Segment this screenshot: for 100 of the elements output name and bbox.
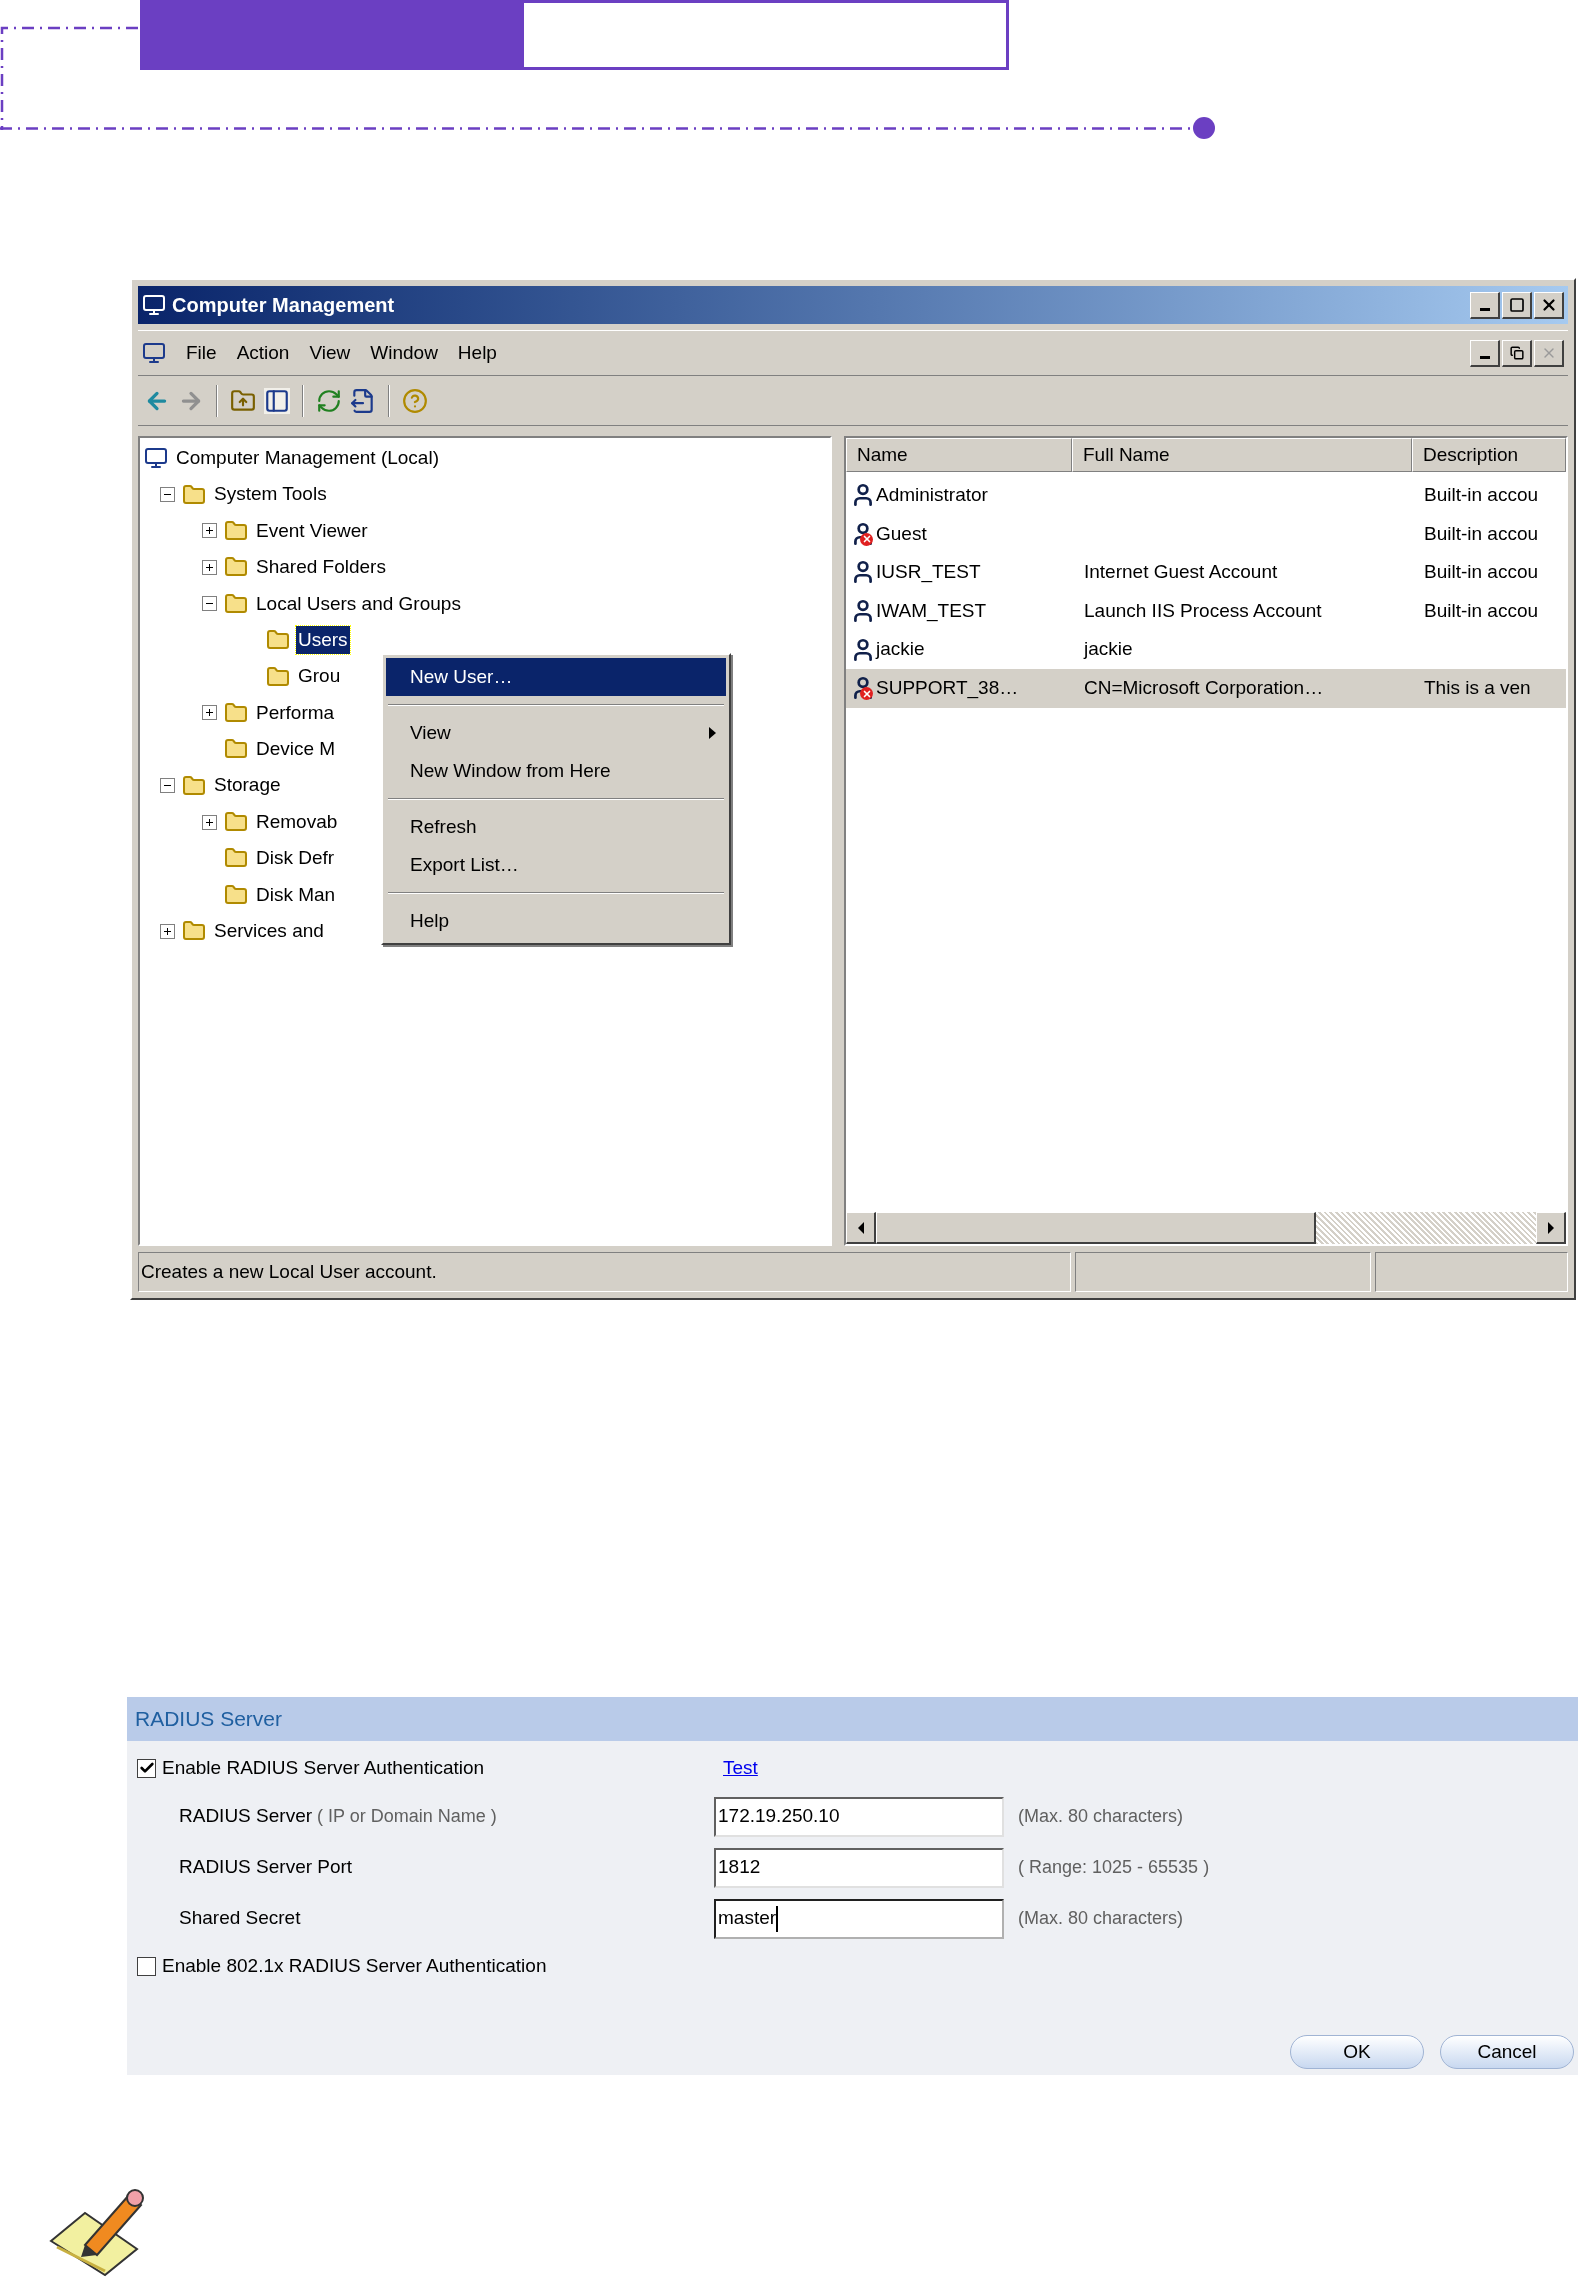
plus-icon xyxy=(204,817,214,827)
folder-icon xyxy=(224,882,248,907)
field-label: Shared Secret xyxy=(179,1906,302,1931)
column-header[interactable]: Full Name xyxy=(1072,438,1412,472)
cancel-button[interactable]: Cancel xyxy=(1440,2035,1574,2069)
tree-item[interactable]: Disk Man xyxy=(254,880,338,910)
menu-item[interactable]: Refresh xyxy=(386,808,726,846)
refresh-icon[interactable] xyxy=(316,387,342,414)
menu-item[interactable]: File xyxy=(176,338,227,368)
close-button[interactable] xyxy=(1534,339,1564,367)
submenu-arrow-icon xyxy=(709,727,716,739)
tree-item[interactable]: Users xyxy=(296,625,350,655)
list-row[interactable]: IWAM_TEST Launch IIS Process Account Built-in accou xyxy=(846,591,1566,631)
column-header[interactable]: Description xyxy=(1412,438,1566,472)
field-hint: (Max. 80 characters) xyxy=(1018,1907,1184,1930)
tree-item[interactable]: Removab xyxy=(254,807,340,837)
tree-item[interactable]: Grou xyxy=(296,662,343,691)
close-button[interactable] xyxy=(1534,291,1564,319)
plus-icon xyxy=(204,708,214,718)
tree-item[interactable]: Disk Defr xyxy=(254,844,337,873)
table-cell-text: Administrator xyxy=(876,483,988,508)
test-link[interactable]: Test xyxy=(723,1753,758,1783)
folder-icon xyxy=(182,773,206,798)
restore-button[interactable] xyxy=(1502,339,1532,367)
list-row[interactable]: jackie jackie xyxy=(846,630,1566,669)
expand-toggle[interactable] xyxy=(201,523,217,539)
column-header[interactable]: Name xyxy=(846,438,1072,472)
tree-item[interactable]: Local Users and Groups xyxy=(254,589,463,618)
folder-icon xyxy=(266,664,290,689)
folder-icon xyxy=(224,518,248,543)
collapse-toggle[interactable] xyxy=(159,487,175,503)
up-folder-icon[interactable] xyxy=(230,387,256,414)
table-cell-text: IWAM_TEST xyxy=(876,598,987,624)
status-text: Creates a new Local User account. xyxy=(141,1259,437,1284)
field-label: RADIUS Server ( IP or Domain Name ) xyxy=(179,1804,498,1829)
tree-item[interactable]: System Tools xyxy=(212,480,329,509)
plus-icon xyxy=(162,926,172,936)
menu-item[interactable]: New Window from Here xyxy=(386,752,726,790)
table-cell-text: IUSR_TEST xyxy=(876,560,981,585)
tree-item[interactable]: Performa xyxy=(254,698,337,728)
menu-item[interactable]: Action xyxy=(226,338,300,368)
tree-item[interactable]: Computer Management (Local) xyxy=(174,443,441,473)
table-cell: Internet Guest Account xyxy=(1084,561,1278,583)
tree-toggle-icon[interactable] xyxy=(264,387,290,414)
table-cell: Built-in accou xyxy=(1424,561,1539,583)
tree-item[interactable]: Services and xyxy=(212,917,326,946)
list-row[interactable]: Administrator Built-in accou xyxy=(846,476,1566,515)
table-cell: This is a ven xyxy=(1424,677,1531,698)
table-cell: Launch IIS Process Account xyxy=(1084,599,1322,621)
minimize-button[interactable] xyxy=(1470,339,1500,367)
field-hint: (Max. 80 characters) xyxy=(1018,1805,1184,1828)
checkbox-label: Enable RADIUS Server Authentication xyxy=(162,1755,486,1780)
export-icon[interactable] xyxy=(350,387,376,414)
computer-icon xyxy=(142,293,166,317)
table-cell: Built-in accou xyxy=(1424,522,1539,544)
folder-icon xyxy=(224,700,248,725)
tree-item[interactable]: Event Viewer xyxy=(254,516,370,546)
minimize-icon xyxy=(1479,356,1490,359)
expand-toggle[interactable] xyxy=(201,814,217,830)
checkbox[interactable] xyxy=(137,1956,156,1976)
field-label: RADIUS Server Port xyxy=(179,1855,354,1880)
collapse-toggle[interactable] xyxy=(159,778,175,794)
minimize-icon xyxy=(1479,308,1490,311)
checkbox[interactable] xyxy=(137,1758,156,1778)
minimize-button[interactable] xyxy=(1470,291,1500,319)
menu-item[interactable]: Help xyxy=(447,338,507,368)
plus-icon xyxy=(204,562,214,572)
tree-item[interactable]: Storage xyxy=(212,771,283,800)
menu-item[interactable]: View xyxy=(386,714,726,752)
tree-item[interactable]: Device M xyxy=(254,735,338,764)
menu-item[interactable]: Window xyxy=(360,338,448,368)
table-cell-text: jackie xyxy=(876,637,925,662)
tree-item[interactable]: Shared Folders xyxy=(254,553,388,582)
ok-button[interactable]: OK xyxy=(1290,2035,1424,2069)
computer-icon xyxy=(142,341,166,365)
table-cell-text: SUPPORT_38… xyxy=(876,676,1019,701)
window-title: Computer Management xyxy=(172,293,395,318)
menu-item[interactable]: Export List… xyxy=(386,846,726,884)
input-field[interactable]: master xyxy=(714,1898,1004,1939)
table-cell: CN=Microsoft Corporation… xyxy=(1084,677,1324,698)
collapse-toggle[interactable] xyxy=(201,596,217,612)
menu-item[interactable]: View xyxy=(299,338,361,368)
maximize-icon xyxy=(1508,296,1525,313)
table-cell-text: Guest xyxy=(876,521,927,546)
maximize-button[interactable] xyxy=(1502,291,1532,319)
folder-icon xyxy=(182,482,206,507)
menu-item[interactable]: Help xyxy=(386,902,726,940)
table-cell: jackie xyxy=(1084,638,1133,660)
end-dot xyxy=(1193,117,1215,139)
plus-icon xyxy=(204,526,214,536)
input-field[interactable]: 1812 xyxy=(714,1847,1004,1888)
expand-toggle[interactable] xyxy=(201,559,217,575)
menu-item[interactable]: New User… xyxy=(386,658,726,696)
restore-icon xyxy=(1509,345,1524,360)
list-row[interactable]: IUSR_TEST Internet Guest Account Built-in accou xyxy=(846,553,1566,592)
folder-icon xyxy=(224,591,248,616)
horizontal-scrollbar[interactable] xyxy=(846,1212,1566,1244)
expand-toggle[interactable] xyxy=(159,923,175,939)
input-field[interactable]: 172.19.250.10 xyxy=(714,1796,1004,1837)
expand-toggle[interactable] xyxy=(201,705,217,721)
